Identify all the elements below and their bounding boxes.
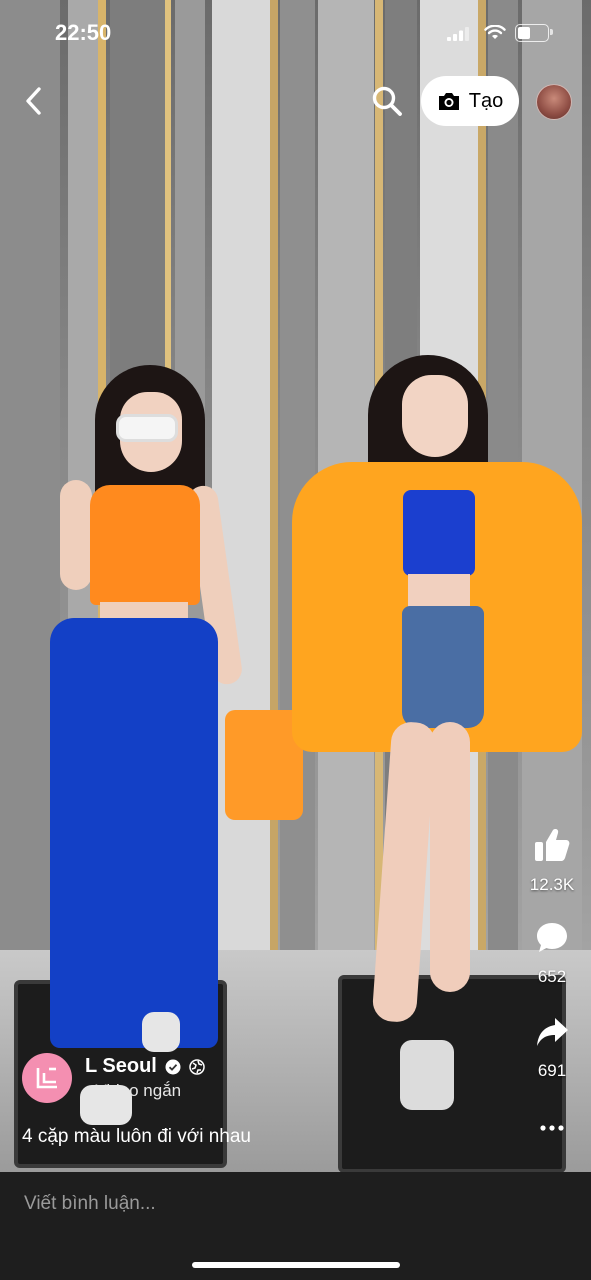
more-options-button[interactable] <box>537 1116 567 1140</box>
person-right-face <box>402 375 468 457</box>
wifi-icon <box>484 25 506 39</box>
battery-level <box>518 27 530 39</box>
blue-trousers <box>50 618 218 1048</box>
profile-avatar[interactable] <box>536 84 572 120</box>
battery-icon <box>515 24 549 42</box>
globe-icon <box>189 1058 205 1075</box>
video-player[interactable] <box>0 0 591 1172</box>
post-caption: 4 cặp màu luôn đi với nhau <box>22 1126 251 1147</box>
page-name[interactable]: L Seoul <box>85 1055 157 1078</box>
wall-panel <box>212 0 270 980</box>
home-indicator[interactable] <box>192 1262 400 1268</box>
speech-bubble-icon <box>537 923 567 952</box>
status-bar: 22:50 <box>0 0 591 68</box>
more-dots-icon <box>540 1125 564 1131</box>
camera-icon <box>438 93 459 110</box>
comment-input[interactable] <box>22 1188 566 1220</box>
page-avatar[interactable] <box>22 1053 72 1103</box>
sneaker <box>142 1012 180 1052</box>
search-button[interactable] <box>370 84 404 118</box>
verified-badge-icon <box>165 1059 181 1074</box>
wall-panel <box>270 0 278 980</box>
post-type: · Video ngắn <box>85 1081 182 1100</box>
person-right-leg <box>430 722 470 992</box>
status-time: 22:50 <box>55 20 112 45</box>
orange-crop-top <box>90 485 200 605</box>
create-label: Tạo <box>468 89 504 112</box>
share-count: 691 <box>537 1061 567 1080</box>
share-arrow-icon <box>537 1018 568 1046</box>
thumbs-up-icon <box>535 829 570 861</box>
l-seoul-logo-icon <box>36 1067 57 1089</box>
comment-action[interactable]: 652 <box>517 920 587 987</box>
person-right-waist <box>408 574 470 610</box>
blue-crop-top <box>403 490 475 576</box>
denim-shorts <box>402 606 484 728</box>
sneaker <box>400 1040 454 1110</box>
person-left-arm <box>60 480 92 590</box>
sunglasses <box>116 414 178 442</box>
like-count: 12.3K <box>529 875 575 894</box>
share-action[interactable]: 691 <box>517 1014 587 1081</box>
back-button[interactable] <box>18 84 52 118</box>
create-button[interactable]: Tạo <box>421 76 519 126</box>
comment-count: 652 <box>537 967 567 986</box>
chevron-left-icon <box>26 87 41 115</box>
search-icon <box>372 86 402 116</box>
cellular-signal-icon <box>447 27 469 41</box>
like-action[interactable]: 12.3K <box>517 826 587 895</box>
page-name-row[interactable]: L Seoul <box>85 1055 205 1078</box>
battery-cap <box>550 29 553 35</box>
